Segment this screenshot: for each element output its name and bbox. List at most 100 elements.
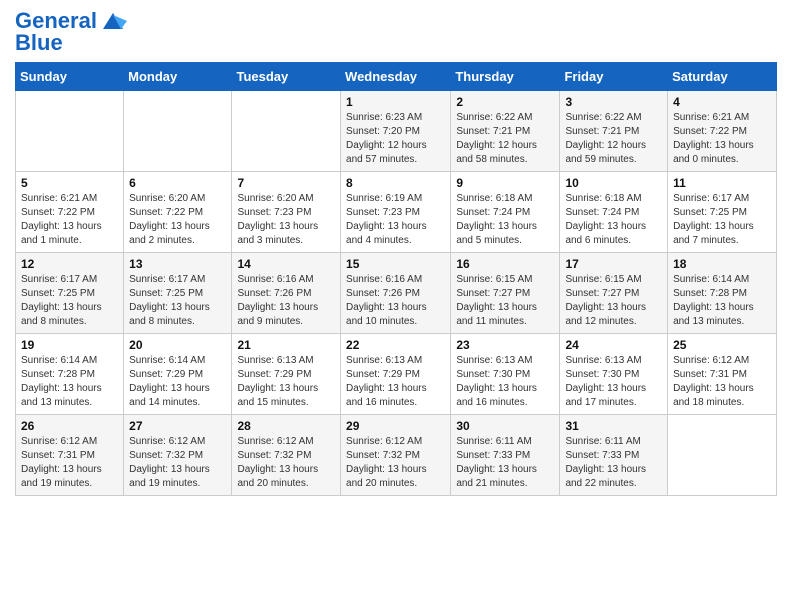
day-info: Sunrise: 6:16 AMSunset: 7:26 PMDaylight:…: [237, 273, 335, 329]
day-number: 8: [346, 176, 445, 190]
day-info: Sunrise: 6:12 AMSunset: 7:31 PMDaylight:…: [673, 354, 771, 410]
day-info: Sunrise: 6:20 AMSunset: 7:22 PMDaylight:…: [129, 192, 226, 248]
day-info: Sunrise: 6:17 AMSunset: 7:25 PMDaylight:…: [21, 273, 118, 329]
logo-icon: [99, 11, 127, 31]
day-info: Sunrise: 6:11 AMSunset: 7:33 PMDaylight:…: [565, 435, 662, 491]
day-number: 23: [456, 338, 554, 352]
day-info: Sunrise: 6:12 AMSunset: 7:32 PMDaylight:…: [129, 435, 226, 491]
day-number: 31: [565, 419, 662, 433]
day-info: Sunrise: 6:14 AMSunset: 7:28 PMDaylight:…: [21, 354, 118, 410]
calendar-cell: 29 Sunrise: 6:12 AMSunset: 7:32 PMDayligh…: [341, 415, 451, 496]
calendar-cell: 24 Sunrise: 6:13 AMSunset: 7:30 PMDayligh…: [560, 334, 668, 415]
day-number: 21: [237, 338, 335, 352]
day-number: 4: [673, 95, 771, 109]
calendar-cell: 14 Sunrise: 6:16 AMSunset: 7:26 PMDayligh…: [232, 253, 341, 334]
weekday-header-thursday: Thursday: [451, 63, 560, 91]
day-info: Sunrise: 6:12 AMSunset: 7:31 PMDaylight:…: [21, 435, 118, 491]
page-header: General Blue: [15, 10, 777, 54]
weekday-header-wednesday: Wednesday: [341, 63, 451, 91]
calendar-cell: [124, 91, 232, 172]
day-info: Sunrise: 6:13 AMSunset: 7:30 PMDaylight:…: [456, 354, 554, 410]
calendar-cell: 21 Sunrise: 6:13 AMSunset: 7:29 PMDayligh…: [232, 334, 341, 415]
day-number: 26: [21, 419, 118, 433]
day-number: 25: [673, 338, 771, 352]
day-number: 13: [129, 257, 226, 271]
day-info: Sunrise: 6:12 AMSunset: 7:32 PMDaylight:…: [237, 435, 335, 491]
weekday-header-sunday: Sunday: [16, 63, 124, 91]
calendar-cell: 31 Sunrise: 6:11 AMSunset: 7:33 PMDayligh…: [560, 415, 668, 496]
weekday-header-monday: Monday: [124, 63, 232, 91]
day-number: 9: [456, 176, 554, 190]
day-info: Sunrise: 6:19 AMSunset: 7:23 PMDaylight:…: [346, 192, 445, 248]
day-info: Sunrise: 6:20 AMSunset: 7:23 PMDaylight:…: [237, 192, 335, 248]
calendar-cell: 20 Sunrise: 6:14 AMSunset: 7:29 PMDayligh…: [124, 334, 232, 415]
calendar-cell: [232, 91, 341, 172]
day-number: 6: [129, 176, 226, 190]
day-info: Sunrise: 6:16 AMSunset: 7:26 PMDaylight:…: [346, 273, 445, 329]
calendar-cell: 2 Sunrise: 6:22 AMSunset: 7:21 PMDaylight…: [451, 91, 560, 172]
day-number: 12: [21, 257, 118, 271]
calendar-cell: 9 Sunrise: 6:18 AMSunset: 7:24 PMDaylight…: [451, 172, 560, 253]
calendar-cell: 3 Sunrise: 6:22 AMSunset: 7:21 PMDaylight…: [560, 91, 668, 172]
day-number: 28: [237, 419, 335, 433]
day-info: Sunrise: 6:22 AMSunset: 7:21 PMDaylight:…: [565, 111, 662, 167]
day-info: Sunrise: 6:23 AMSunset: 7:20 PMDaylight:…: [346, 111, 445, 167]
day-number: 18: [673, 257, 771, 271]
day-info: Sunrise: 6:13 AMSunset: 7:30 PMDaylight:…: [565, 354, 662, 410]
calendar-cell: [16, 91, 124, 172]
calendar-cell: 19 Sunrise: 6:14 AMSunset: 7:28 PMDayligh…: [16, 334, 124, 415]
day-number: 14: [237, 257, 335, 271]
calendar-cell: 26 Sunrise: 6:12 AMSunset: 7:31 PMDayligh…: [16, 415, 124, 496]
calendar-cell: 23 Sunrise: 6:13 AMSunset: 7:30 PMDayligh…: [451, 334, 560, 415]
calendar-cell: 30 Sunrise: 6:11 AMSunset: 7:33 PMDayligh…: [451, 415, 560, 496]
day-info: Sunrise: 6:13 AMSunset: 7:29 PMDaylight:…: [346, 354, 445, 410]
day-number: 3: [565, 95, 662, 109]
logo-blue: Blue: [15, 32, 63, 54]
day-number: 29: [346, 419, 445, 433]
weekday-header-friday: Friday: [560, 63, 668, 91]
calendar-cell: 7 Sunrise: 6:20 AMSunset: 7:23 PMDaylight…: [232, 172, 341, 253]
day-info: Sunrise: 6:12 AMSunset: 7:32 PMDaylight:…: [346, 435, 445, 491]
calendar-cell: 22Sunrise: 6:13 AMSunset: 7:29 PMDayligh…: [341, 334, 451, 415]
calendar-table: SundayMondayTuesdayWednesdayThursdayFrid…: [15, 62, 777, 496]
day-info: Sunrise: 6:21 AMSunset: 7:22 PMDaylight:…: [21, 192, 118, 248]
day-number: 19: [21, 338, 118, 352]
calendar-cell: 15 Sunrise: 6:16 AMSunset: 7:26 PMDayligh…: [341, 253, 451, 334]
day-info: Sunrise: 6:14 AMSunset: 7:28 PMDaylight:…: [673, 273, 771, 329]
calendar-cell: 11Sunrise: 6:17 AMSunset: 7:25 PMDayligh…: [668, 172, 777, 253]
day-info: Sunrise: 6:14 AMSunset: 7:29 PMDaylight:…: [129, 354, 226, 410]
calendar-cell: 6 Sunrise: 6:20 AMSunset: 7:22 PMDaylight…: [124, 172, 232, 253]
day-info: Sunrise: 6:18 AMSunset: 7:24 PMDaylight:…: [565, 192, 662, 248]
day-number: 15: [346, 257, 445, 271]
logo: General Blue: [15, 10, 127, 54]
calendar-cell: 13 Sunrise: 6:17 AMSunset: 7:25 PMDayligh…: [124, 253, 232, 334]
calendar-cell: 25 Sunrise: 6:12 AMSunset: 7:31 PMDayligh…: [668, 334, 777, 415]
calendar-cell: 18 Sunrise: 6:14 AMSunset: 7:28 PMDayligh…: [668, 253, 777, 334]
day-number: 27: [129, 419, 226, 433]
calendar-cell: 10Sunrise: 6:18 AMSunset: 7:24 PMDayligh…: [560, 172, 668, 253]
calendar-cell: 28 Sunrise: 6:12 AMSunset: 7:32 PMDayligh…: [232, 415, 341, 496]
calendar-cell: 12 Sunrise: 6:17 AMSunset: 7:25 PMDayligh…: [16, 253, 124, 334]
day-info: Sunrise: 6:13 AMSunset: 7:29 PMDaylight:…: [237, 354, 335, 410]
day-number: 7: [237, 176, 335, 190]
day-info: Sunrise: 6:15 AMSunset: 7:27 PMDaylight:…: [456, 273, 554, 329]
calendar-cell: 1Sunrise: 6:23 AMSunset: 7:20 PMDaylight…: [341, 91, 451, 172]
day-number: 2: [456, 95, 554, 109]
calendar-cell: 16 Sunrise: 6:15 AMSunset: 7:27 PMDayligh…: [451, 253, 560, 334]
day-info: Sunrise: 6:21 AMSunset: 7:22 PMDaylight:…: [673, 111, 771, 167]
calendar-cell: 8 Sunrise: 6:19 AMSunset: 7:23 PMDaylight…: [341, 172, 451, 253]
day-number: 16: [456, 257, 554, 271]
calendar-cell: 27 Sunrise: 6:12 AMSunset: 7:32 PMDayligh…: [124, 415, 232, 496]
calendar-cell: 4 Sunrise: 6:21 AMSunset: 7:22 PMDaylight…: [668, 91, 777, 172]
day-info: Sunrise: 6:17 AMSunset: 7:25 PMDaylight:…: [129, 273, 226, 329]
day-info: Sunrise: 6:15 AMSunset: 7:27 PMDaylight:…: [565, 273, 662, 329]
day-number: 20: [129, 338, 226, 352]
day-info: Sunrise: 6:11 AMSunset: 7:33 PMDaylight:…: [456, 435, 554, 491]
weekday-header-tuesday: Tuesday: [232, 63, 341, 91]
day-number: 30: [456, 419, 554, 433]
day-number: 11: [673, 176, 771, 190]
day-info: Sunrise: 6:22 AMSunset: 7:21 PMDaylight:…: [456, 111, 554, 167]
weekday-header-saturday: Saturday: [668, 63, 777, 91]
day-number: 24: [565, 338, 662, 352]
day-info: Sunrise: 6:18 AMSunset: 7:24 PMDaylight:…: [456, 192, 554, 248]
